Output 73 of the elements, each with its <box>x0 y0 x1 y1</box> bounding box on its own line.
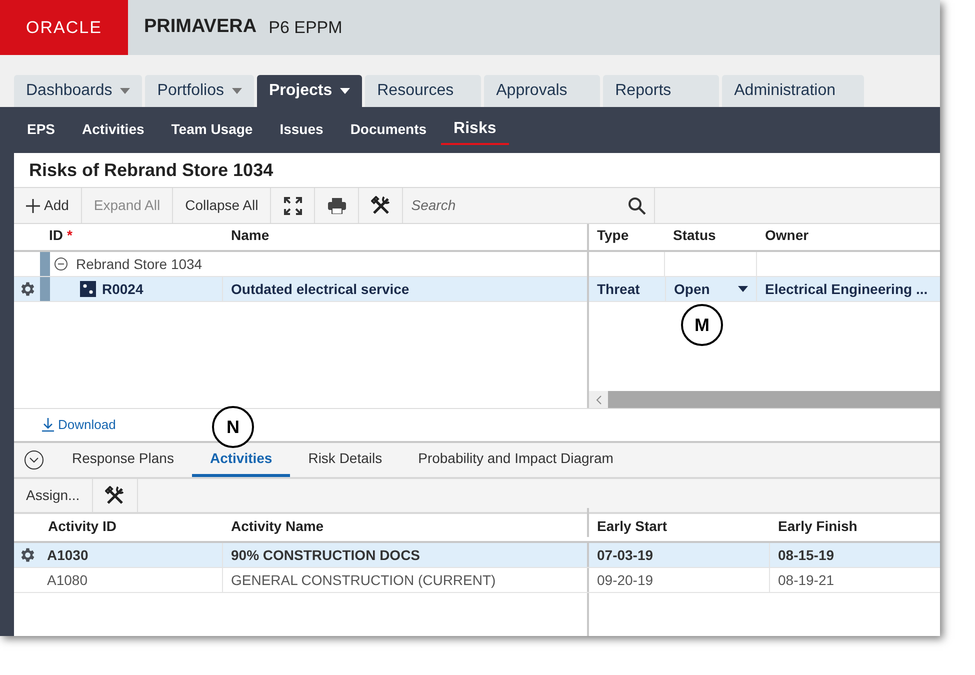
table-cell: A1030 <box>40 543 223 567</box>
required-marker: * <box>67 226 72 245</box>
nav-tab[interactable]: Resources <box>365 75 482 107</box>
nav-tab[interactable]: Dashboards <box>14 75 142 107</box>
caret-icon <box>340 88 350 94</box>
panel-title: Risks of Rebrand Store 1034 <box>28 158 274 182</box>
table-cell-text: Electrical Engineering ... <box>764 280 928 299</box>
product-name: PRIMAVERA <box>144 15 257 40</box>
table-cell-text: 08-19-21 <box>777 570 834 590</box>
sub-nav-link[interactable]: Team Usage <box>158 116 266 144</box>
table-cell: GENERAL CONSTRUCTION (CURRENT) <box>223 568 589 592</box>
caret-icon <box>738 286 748 292</box>
expand-icon <box>284 196 302 214</box>
detail-tab[interactable]: Probability and Impact Diagram <box>400 443 632 477</box>
chevron-left-icon <box>596 394 602 404</box>
printer-icon <box>328 198 346 214</box>
plus-icon <box>26 198 40 212</box>
collapse-chevron-icon[interactable] <box>24 450 44 470</box>
assign-button[interactable]: Assign... <box>14 479 93 512</box>
column-header: Activity ID <box>47 517 118 536</box>
caret-icon <box>120 88 130 94</box>
risk-icon <box>80 281 96 297</box>
sub-nav-link[interactable]: Risks <box>440 115 510 145</box>
column-header: Owner <box>764 226 809 245</box>
risk-row[interactable]: Threat Open Electrical Engineering ... <box>589 277 940 302</box>
sub-nav-link[interactable]: Issues <box>266 116 336 144</box>
product-edition: P6 EPPM <box>268 16 342 39</box>
nav-tab[interactable]: Portfolios <box>145 75 254 107</box>
table-cell: 09-20-19 <box>589 568 770 592</box>
table-cell: 07-03-19 <box>589 543 770 567</box>
group-bar <box>40 277 50 301</box>
risk-row[interactable]: R0024 Outdated electrical service <box>14 277 587 302</box>
tools-icon <box>370 196 391 216</box>
callout-marker: M <box>681 304 723 346</box>
column-header: Early Start <box>596 517 668 536</box>
table-cell-text: Outdated electrical service <box>230 280 410 298</box>
activity-row[interactable]: A1030 90% CONSTRUCTION DOCS 07-03-19 08-15-19 <box>14 543 940 568</box>
column-header: Activity Name <box>223 508 589 537</box>
detail-tab[interactable]: Risk Details <box>290 443 400 477</box>
column-header: ID <box>49 226 63 245</box>
table-cell: A1080 <box>40 568 223 592</box>
caret-icon <box>232 88 242 94</box>
download-icon <box>42 418 54 432</box>
download-link[interactable]: Download <box>42 415 116 435</box>
callout-marker: N <box>212 406 254 448</box>
column-header: Type <box>596 226 630 245</box>
group-bar <box>40 252 50 276</box>
status-dropdown[interactable]: Open <box>665 277 757 301</box>
logo: ORACLE <box>0 0 128 55</box>
detail-tab[interactable]: Response Plans <box>54 443 192 477</box>
search-icon <box>628 196 646 214</box>
column-header: Status <box>672 226 717 245</box>
nav-tab[interactable]: Projects <box>256 75 362 107</box>
collapse-icon <box>54 257 68 271</box>
horizontal-scrollbar[interactable] <box>589 391 940 408</box>
column-header: Name <box>230 226 270 245</box>
activity-row[interactable]: A1080 GENERAL CONSTRUCTION (CURRENT) 09-20-19 08-19-21 <box>14 568 940 593</box>
table-cell-text: Threat <box>596 280 641 298</box>
sub-nav-link[interactable]: Activities <box>69 116 158 144</box>
sub-nav-link[interactable]: EPS <box>14 116 68 144</box>
search-field[interactable]: Search <box>411 195 628 216</box>
sub-nav-link[interactable]: Documents <box>337 116 440 144</box>
nav-tab[interactable]: Administration <box>722 75 864 107</box>
nav-tab[interactable]: Reports <box>603 75 720 107</box>
nav-tab[interactable]: Approvals <box>484 75 600 107</box>
toolbar-button[interactable]: Collapse All <box>173 188 272 223</box>
group-row[interactable]: Rebrand Store 1034 <box>50 252 202 276</box>
table-cell-text: R0024 <box>102 280 144 298</box>
tools-icon <box>104 486 125 506</box>
add-button[interactable]: Add <box>14 188 82 223</box>
table-cell-text: 08-15-19 <box>777 546 834 564</box>
column-header: Early Finish <box>777 517 858 536</box>
table-cell: 90% CONSTRUCTION DOCS <box>223 543 589 567</box>
